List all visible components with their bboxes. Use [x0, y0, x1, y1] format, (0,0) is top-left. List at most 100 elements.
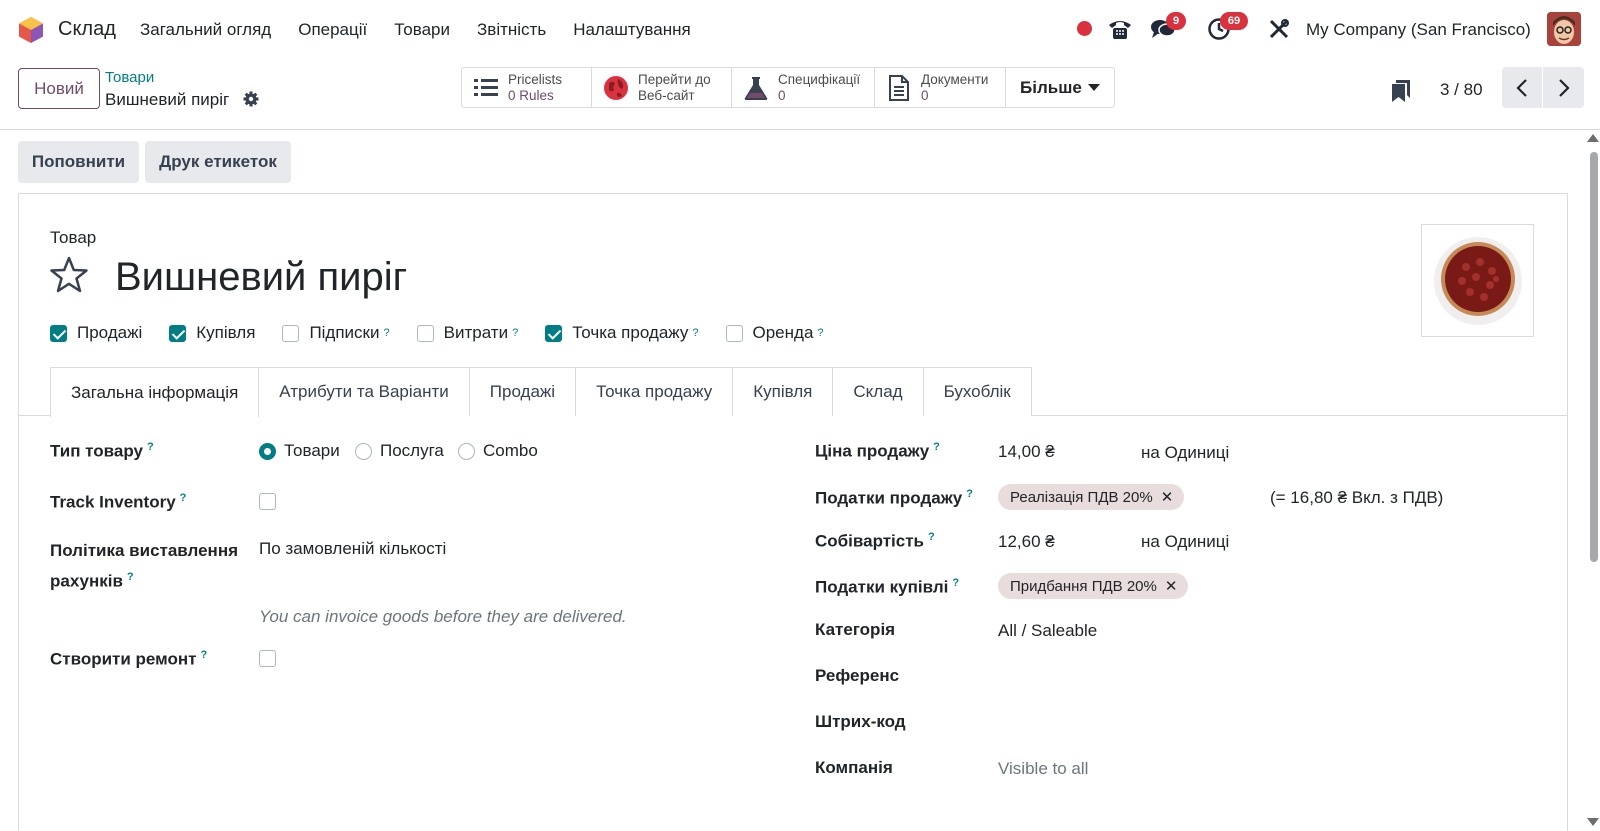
replenish-button[interactable]: Поповнити: [18, 141, 139, 183]
scroll-down-arrow-icon[interactable]: [1587, 818, 1599, 826]
website-line1: Перейти до: [638, 71, 711, 87]
radio-label: Combo: [483, 441, 538, 460]
flag-label: Продажі: [77, 323, 143, 342]
pager-previous-button[interactable]: [1502, 67, 1543, 108]
tab-inventory[interactable]: Склад: [832, 367, 924, 416]
pager-value[interactable]: 3 / 80: [1440, 80, 1483, 100]
tab-general-info[interactable]: Загальна інформація: [50, 367, 260, 417]
pager-buttons: [1502, 67, 1584, 108]
company-select[interactable]: Visible to all: [998, 759, 1088, 779]
menu-reporting[interactable]: Звітність: [477, 20, 546, 40]
phone-icon[interactable]: [1107, 17, 1133, 41]
pricelists-smart-button[interactable]: Pricelists 0 Rules: [462, 68, 592, 107]
company-switcher[interactable]: My Company (San Francisco): [1306, 20, 1531, 40]
product-name[interactable]: Вишневий пиріг: [115, 255, 407, 300]
pager-next-button[interactable]: [1543, 67, 1584, 108]
recording-indicator-icon[interactable]: [1077, 21, 1092, 36]
remove-tag-icon[interactable]: ✕: [1161, 488, 1174, 506]
flag-point-of-sale[interactable]: Точка продажу?: [545, 323, 699, 343]
app-logo-icon[interactable]: [18, 16, 44, 44]
main-menu: Загальний огляд Операції Товари Звітніст…: [140, 20, 718, 40]
help-tooltip-icon[interactable]: ?: [952, 577, 959, 589]
bookmark-icon[interactable]: [1392, 80, 1410, 102]
scroll-up-arrow-icon[interactable]: [1587, 134, 1599, 142]
help-tooltip-icon[interactable]: ?: [966, 488, 973, 500]
bom-smart-button[interactable]: Специфікації 0: [732, 68, 875, 107]
breadcrumb-parent[interactable]: Товари: [105, 69, 154, 86]
tag-label: Реалізація ПДВ 20%: [1010, 488, 1153, 506]
help-tooltip-icon[interactable]: ?: [147, 441, 154, 453]
type-option-service[interactable]: Послуга: [355, 441, 444, 461]
category-select[interactable]: All / Saleable: [998, 621, 1097, 641]
subscriptions-checkbox[interactable]: [282, 324, 300, 342]
remove-tag-icon[interactable]: ✕: [1165, 577, 1178, 595]
tab-accounting[interactable]: Бухоблік: [922, 367, 1032, 416]
cost-label: Собівартість?: [815, 531, 935, 551]
goods-radio[interactable]: [259, 442, 276, 460]
tab-sales[interactable]: Продажі: [468, 367, 577, 416]
flag-sales[interactable]: Продажі: [50, 323, 142, 343]
sales-checkbox[interactable]: [50, 324, 67, 342]
scrollbar-thumb[interactable]: [1590, 152, 1598, 562]
tab-purchase[interactable]: Купівля: [732, 367, 834, 416]
type-option-goods[interactable]: Товари: [259, 441, 340, 461]
create-repair-checkbox[interactable]: [259, 650, 276, 667]
help-tooltip-icon[interactable]: ?: [127, 571, 134, 583]
new-button[interactable]: Новий: [18, 68, 100, 109]
sale-price-input[interactable]: 14,00 ₴: [998, 442, 1055, 462]
menu-configuration[interactable]: Налаштування: [573, 20, 691, 40]
help-tooltip-icon[interactable]: ?: [817, 327, 823, 339]
debug-tools-icon[interactable]: [1268, 18, 1290, 40]
chat-count-badge: 9: [1166, 12, 1186, 30]
tag-label: Придбання ПДВ 20%: [1010, 577, 1157, 595]
barcode-input[interactable]: [998, 712, 1478, 734]
top-navbar: Склад Загальний огляд Операції Товари Зв…: [0, 0, 1600, 58]
combo-radio[interactable]: [458, 442, 475, 460]
flag-rental[interactable]: Оренда?: [725, 323, 824, 343]
help-tooltip-icon[interactable]: ?: [933, 441, 940, 453]
product-image[interactable]: [1421, 224, 1534, 337]
rental-checkbox[interactable]: [725, 324, 743, 342]
pos-checkbox[interactable]: [545, 324, 563, 342]
user-avatar[interactable]: [1547, 12, 1581, 46]
help-tooltip-icon[interactable]: ?: [180, 492, 187, 504]
flag-expenses[interactable]: Витрати?: [416, 323, 518, 343]
bom-count: 0: [778, 87, 786, 103]
help-tooltip-icon[interactable]: ?: [928, 531, 935, 543]
help-tooltip-icon[interactable]: ?: [692, 327, 698, 339]
favorite-star-icon[interactable]: [50, 256, 88, 294]
tab-point-of-sale[interactable]: Точка продажу: [575, 367, 734, 416]
menu-products[interactable]: Товари: [394, 20, 450, 40]
sale-tax-tag[interactable]: Реалізація ПДВ 20% ✕: [998, 484, 1185, 510]
flag-subscriptions[interactable]: Підписки?: [282, 323, 390, 343]
help-tooltip-icon[interactable]: ?: [512, 327, 518, 339]
breadcrumb-current: Вишневий пиріг: [105, 90, 230, 109]
product-caption: Товар: [50, 228, 97, 247]
documents-smart-button[interactable]: Документи 0: [875, 68, 1006, 107]
invoice-policy-select[interactable]: По замовленій кількості: [259, 539, 446, 559]
print-labels-button[interactable]: Друк етикеток: [145, 141, 291, 183]
service-radio[interactable]: [355, 442, 372, 460]
gear-icon[interactable]: [243, 91, 259, 107]
cost-input[interactable]: 12,60 ₴: [998, 532, 1055, 552]
help-tooltip-icon[interactable]: ?: [201, 649, 208, 661]
help-tooltip-icon[interactable]: ?: [384, 327, 390, 339]
sale-price-uom: на Одиниці: [1141, 443, 1230, 462]
app-name[interactable]: Склад: [58, 18, 116, 41]
expenses-checkbox[interactable]: [416, 324, 434, 342]
purchase-taxes-label: Податки купівлі?: [815, 577, 960, 597]
more-smart-buttons-dropdown[interactable]: Більше: [1006, 68, 1114, 107]
purchase-tax-tag[interactable]: Придбання ПДВ 20% ✕: [998, 573, 1189, 599]
flag-purchase[interactable]: Купівля: [169, 323, 255, 343]
menu-operations[interactable]: Операції: [298, 20, 367, 40]
menu-overview[interactable]: Загальний огляд: [140, 20, 271, 40]
track-inventory-checkbox[interactable]: [259, 493, 276, 510]
go-to-website-smart-button[interactable]: Перейти до Веб-сайт: [592, 68, 732, 107]
radio-label: Послуга: [380, 441, 444, 460]
reference-input[interactable]: [998, 666, 1478, 688]
company-label: Компанія: [815, 758, 893, 777]
type-option-combo[interactable]: Combo: [458, 441, 538, 461]
list-icon: [474, 78, 498, 96]
purchase-checkbox[interactable]: [169, 324, 187, 342]
tab-attributes-variants[interactable]: Атрибути та Варіанти: [258, 367, 470, 416]
